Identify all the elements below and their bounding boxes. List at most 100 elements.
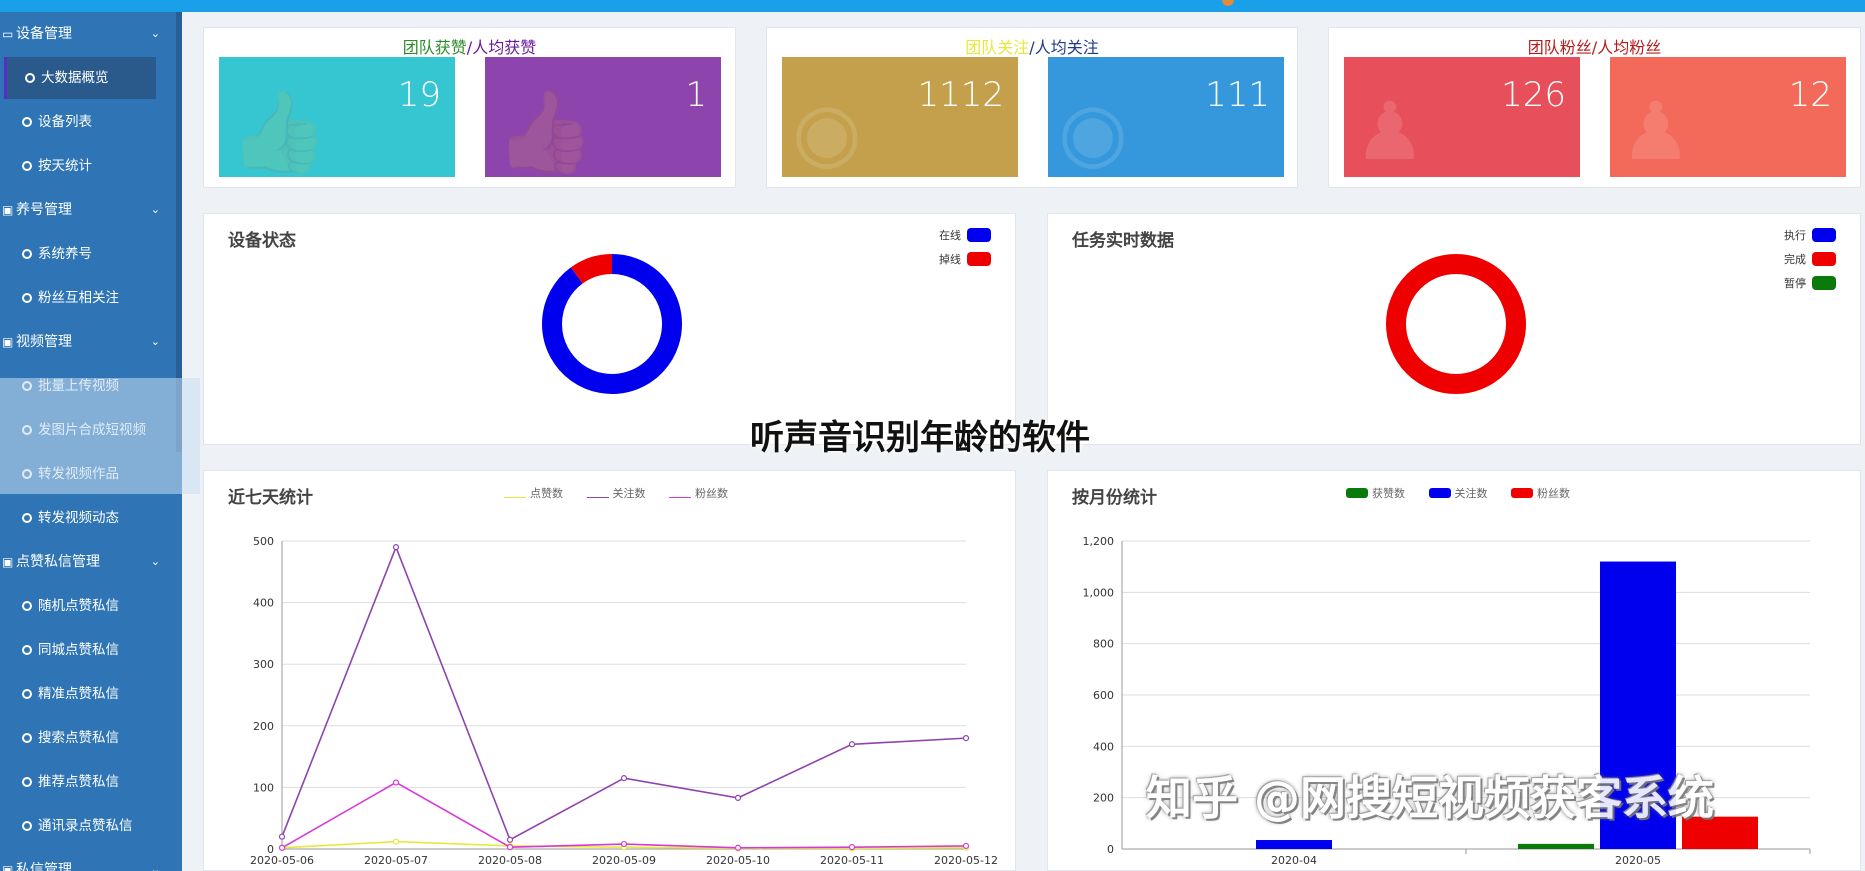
pie-slice-1: [1386, 254, 1526, 394]
circle-icon: [22, 601, 32, 611]
sidebar-group-device[interactable]: ▭ 设备管理 ⌄: [0, 15, 176, 53]
x-tick-label: 2020-05-09: [592, 854, 656, 867]
chevron-down-icon: ⌄: [150, 555, 160, 568]
circle-icon: [22, 821, 32, 831]
stat-value: 19: [397, 75, 441, 115]
gift-icon: ▣: [2, 555, 14, 569]
circle-icon: [22, 645, 32, 655]
sidebar-item-repost-video[interactable]: 转发视频作品: [0, 455, 176, 493]
data-point: [506, 844, 514, 851]
stat-value: 126: [1501, 75, 1566, 115]
y-tick-label: 100: [253, 781, 274, 794]
gift-icon: ▣: [2, 863, 14, 871]
task-status-card: 任务实时数据 执行 完成 暂停: [1047, 213, 1861, 445]
data-point: [392, 779, 400, 786]
stat-value: 1: [685, 75, 707, 115]
circle-icon: [25, 73, 35, 83]
x-tick-label: 2020-05-08: [478, 854, 542, 867]
seven-day-card: 近七天统计 点赞数 关注数 粉丝数 0 100 200 300 400 500 2020-0…: [203, 470, 1016, 871]
stat-panel-fans: 团队粉丝/人均粉丝 ♟ 126 ♟ 12: [1328, 27, 1861, 188]
data-point: [506, 836, 514, 843]
y-tick-label: 400: [1093, 740, 1114, 753]
stat-title-team: 团队关注: [965, 38, 1030, 57]
sidebar-item-random-like[interactable]: 随机点赞私信: [0, 587, 176, 625]
eye-icon: ◉: [792, 85, 862, 178]
thumbs-up-icon: 👍: [495, 85, 595, 178]
data-point: [392, 838, 400, 845]
stat-title-team: 团队粉丝: [1527, 38, 1592, 57]
sidebar-group-like-dm[interactable]: ▣ 点赞私信管理 ⌄: [0, 543, 176, 581]
stat-title-avg: 人均粉丝: [1597, 38, 1662, 57]
chevron-down-icon: ⌄: [150, 335, 160, 348]
top-bar: [0, 0, 1865, 12]
stat-tile-team-likes: 👍 19: [219, 57, 455, 177]
sidebar-item-mutual-follow[interactable]: 粉丝互相关注: [0, 279, 176, 317]
sidebar-item-overview[interactable]: 大数据概览: [4, 57, 156, 99]
stat-title: 团队关注/人均关注: [767, 34, 1297, 58]
y-tick-label: 800: [1093, 638, 1114, 651]
sidebar-item-batch-upload[interactable]: 批量上传视频: [0, 367, 176, 405]
circle-icon: [22, 249, 32, 259]
chevron-down-icon: ⌄: [150, 27, 160, 40]
stat-panel-likes: 团队获赞/人均获赞 👍 19 👍 1: [203, 27, 736, 188]
sidebar-group-account[interactable]: ▣ 养号管理 ⌄: [0, 191, 176, 229]
sidebar-item-image-to-video[interactable]: 发图片合成短视频: [0, 411, 176, 449]
sidebar-item-contacts-like[interactable]: 通讯录点赞私信: [0, 807, 176, 845]
stat-tile-team-follows: ◉ 1112: [782, 57, 1018, 177]
task-status-donut: [1386, 254, 1526, 394]
stat-value: 12: [1788, 75, 1832, 115]
sidebar-item-system-nurture[interactable]: 系统养号: [0, 235, 176, 273]
series-line-1: [281, 544, 967, 841]
data-point: [848, 741, 856, 748]
circle-icon: [22, 293, 32, 303]
eye-icon: ◉: [1058, 85, 1128, 178]
sidebar: ▭ 设备管理 ⌄ 大数据概览 设备列表 按天统计 ▣ 养号管理 ⌄ 系统养号 粉丝互相关…: [0, 12, 182, 871]
sidebar-item-recommend-like[interactable]: 推荐点赞私信: [0, 763, 176, 801]
pie-slice-1: [570, 254, 613, 284]
y-tick-label: 200: [1093, 792, 1114, 805]
chevron-down-icon: ⌄: [150, 863, 160, 871]
person-icon: ♟: [1354, 85, 1426, 178]
sidebar-group-video[interactable]: ▣ 视频管理 ⌄: [0, 323, 176, 361]
x-tick-label: 2020-05-12: [934, 854, 998, 867]
data-point: [962, 842, 970, 850]
circle-icon: [22, 117, 32, 127]
x-tick-label: 2020-05-11: [820, 854, 884, 867]
stat-tile-avg-fans: ♟ 12: [1610, 57, 1846, 177]
sidebar-item-search-like[interactable]: 搜索点赞私信: [0, 719, 176, 757]
sidebar-item-device-list[interactable]: 设备列表: [0, 103, 176, 141]
watermark: 知乎 @网搜短视频获客系统: [1146, 771, 1715, 825]
circle-icon: [22, 425, 32, 435]
y-tick-label: 0: [1107, 843, 1114, 856]
y-tick-label: 300: [253, 658, 274, 671]
series-line-2: [281, 781, 967, 849]
stat-value: 111: [1205, 75, 1270, 115]
data-point: [962, 735, 970, 742]
circle-icon: [22, 733, 32, 743]
data-point: [620, 840, 628, 848]
data-point: [278, 844, 286, 851]
pie-slice-0: [542, 254, 682, 394]
data-point: [848, 844, 856, 851]
x-tick-label: 2020-05-10: [706, 854, 770, 867]
sidebar-item-daily-stats[interactable]: 按天统计: [0, 147, 176, 185]
stat-panel-follows: 团队关注/人均关注 ◉ 1112 ◉ 111: [766, 27, 1298, 188]
sidebar-item-precise-like[interactable]: 精准点赞私信: [0, 675, 176, 713]
circle-icon: [22, 777, 32, 787]
sidebar-item-repost-moments[interactable]: 转发视频动态: [0, 499, 176, 537]
y-tick-label: 1,200: [1083, 535, 1115, 548]
overlay-title: 听声音识别年龄的软件: [750, 418, 1090, 458]
seven-day-line-chart: 01002003004005002020-05-06 2020-05-07 2020…: [250, 535, 998, 867]
y-tick-label: 500: [253, 535, 274, 548]
circle-icon: [22, 689, 32, 699]
stat-title: 团队粉丝/人均粉丝: [1329, 34, 1860, 58]
sidebar-group-dm[interactable]: ▣ 私信管理 ⌄: [0, 851, 176, 871]
sidebar-item-local-like[interactable]: 同城点赞私信: [0, 631, 176, 669]
sidebar-scrollbar[interactable]: [176, 12, 182, 452]
data-point: [734, 844, 742, 851]
stat-title-avg: 人均获赞: [472, 38, 537, 57]
y-tick-label: 200: [253, 720, 274, 733]
x-tick-label: 2020-05-07: [364, 854, 428, 867]
stat-title-avg: 人均关注: [1034, 38, 1099, 57]
data-point: [278, 833, 286, 840]
